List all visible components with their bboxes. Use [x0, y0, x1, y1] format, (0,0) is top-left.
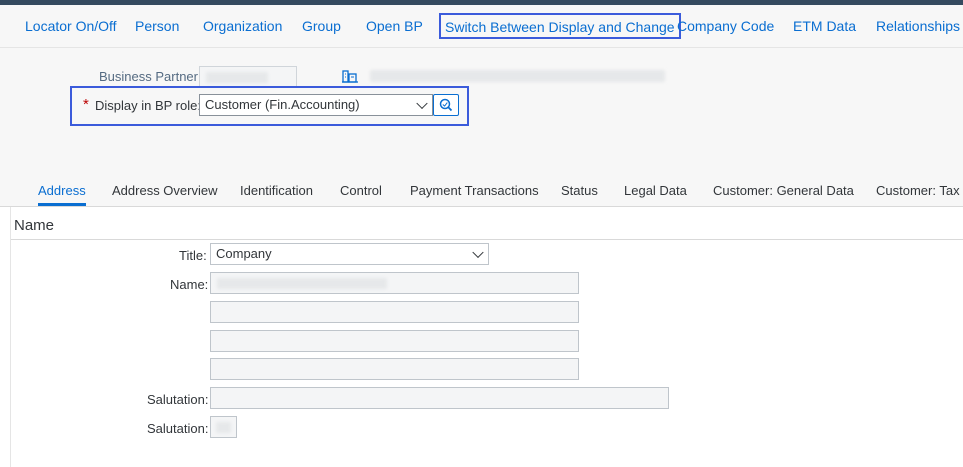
salutation-field[interactable]	[210, 387, 669, 409]
bp-role-value: Customer (Fin.Accounting)	[205, 97, 360, 112]
name-field-3[interactable]	[210, 330, 579, 352]
chevron-down-icon	[416, 97, 428, 110]
organization-button[interactable]: Organization	[203, 5, 282, 47]
bp-role-label: Display in BP role:	[95, 98, 201, 113]
title-label: Title:	[179, 248, 207, 263]
name-field-4[interactable]	[210, 358, 579, 380]
business-partner-description-redacted	[370, 70, 665, 82]
section-title: Name	[14, 217, 55, 234]
tab-address-overview[interactable]: Address Overview	[112, 168, 217, 206]
tab-payment-transactions[interactable]: Payment Transactions	[410, 168, 539, 206]
name-label: Name:	[170, 277, 209, 292]
toolbar: Locator On/Off Person Organization Group…	[0, 5, 963, 48]
redacted-name	[217, 278, 387, 289]
name-field-1[interactable]	[210, 272, 579, 294]
chevron-down-icon	[472, 246, 484, 259]
tab-legal-data[interactable]: Legal Data	[624, 168, 687, 206]
tab-bar: Address Address Overview Identification …	[0, 168, 963, 207]
tab-status[interactable]: Status	[561, 168, 598, 206]
required-marker: *	[83, 96, 89, 113]
etm-data-button[interactable]: ETM Data	[793, 5, 856, 47]
value-help-button[interactable]	[433, 94, 459, 116]
group-button[interactable]: Group	[302, 5, 341, 47]
relationships-button[interactable]: Relationships	[876, 5, 960, 47]
open-bp-button[interactable]: Open BP	[366, 5, 423, 47]
business-partner-type-icon	[342, 69, 358, 83]
salutation-code-field[interactable]	[210, 416, 237, 438]
salutation-label: Salutation:	[147, 392, 209, 407]
tab-customer-tax-data[interactable]: Customer: Tax Data	[876, 168, 963, 206]
switch-display-change-button[interactable]: Switch Between Display and Change	[439, 13, 681, 39]
business-partner-label: Business Partner:	[99, 69, 202, 84]
title-value: Company	[216, 246, 272, 261]
tab-control[interactable]: Control	[340, 168, 382, 206]
tab-identification[interactable]: Identification	[240, 168, 313, 206]
tab-address[interactable]: Address	[38, 168, 86, 206]
person-button[interactable]: Person	[135, 5, 179, 47]
name-field-2[interactable]	[210, 301, 579, 323]
tab-customer-general-data[interactable]: Customer: General Data	[713, 168, 854, 206]
company-code-button[interactable]: Company Code	[677, 5, 774, 47]
title-select[interactable]: Company	[210, 243, 489, 265]
redacted-value	[206, 72, 268, 83]
redacted-code	[216, 422, 231, 433]
section-divider	[11, 239, 963, 240]
search-icon	[439, 98, 453, 112]
salutation-code-label: Salutation:	[147, 421, 209, 436]
bp-role-select[interactable]: Customer (Fin.Accounting)	[199, 94, 433, 116]
business-partner-field[interactable]	[199, 66, 297, 88]
locator-toggle-button[interactable]: Locator On/Off	[25, 5, 117, 47]
